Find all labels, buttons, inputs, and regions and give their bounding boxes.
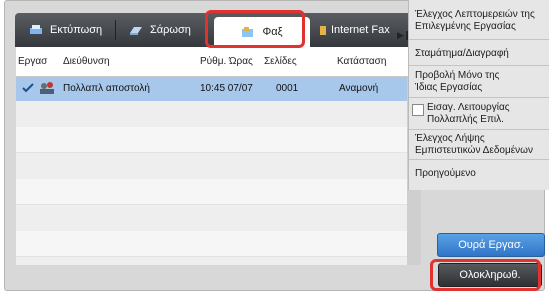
menu-item-previous-label: Προηγούμενο	[415, 168, 476, 179]
col-job: Εργασ	[18, 56, 48, 67]
menu-item-check-confidential-line1: Έλεγχος Λήψης	[415, 133, 485, 144]
job-table: Εργασ Διεύθυνση Ρύθμ. Ώρας Σελίδες Κατάσ…	[16, 47, 421, 265]
row-status: Αναμονή	[339, 83, 379, 94]
tab-print[interactable]: Εκτύπωση	[29, 13, 102, 47]
menu-item-previous[interactable]: Προηγούμενο	[409, 160, 549, 188]
table-row[interactable]: Πολλαπλ αποστολή 10:45 07/07 0001 Αναμον…	[16, 77, 412, 101]
tab-internet-fax[interactable]: Internet Fax	[319, 13, 390, 47]
internet-fax-icon	[319, 24, 327, 36]
menu-item-stop-delete-label: Σταμάτημα/Διαγραφή	[415, 48, 509, 59]
checkbox[interactable]	[412, 104, 424, 116]
row-pages: 0001	[276, 83, 299, 94]
checkmark-icon	[22, 82, 34, 97]
menu-item-check-confidential[interactable]: Έλεγχος Λήψης Εμπιστευτικών Δεδομένων	[409, 130, 549, 160]
tab-print-label: Εκτύπωση	[50, 24, 103, 36]
menu-item-show-same-job[interactable]: Προβολή Μόνο της Ίδιας Εργασίας	[409, 66, 549, 98]
col-pages: Σελίδες	[264, 56, 297, 67]
printer-icon	[29, 24, 43, 36]
table-header: Εργασ Διεύθυνση Ρύθμ. Ώρας Σελίδες Κατάσ…	[16, 47, 412, 77]
tab-divider	[115, 20, 116, 40]
multiple-recipients-icon	[39, 81, 55, 98]
complete-button-highlight	[430, 259, 541, 291]
job-queue-button[interactable]: Ουρά Εργασ.	[437, 233, 545, 257]
menu-item-multi-function-line2: Πολλαπλής Επιλ.	[427, 114, 504, 125]
menu-item-stop-delete[interactable]: Σταμάτημα/Διαγραφή	[409, 40, 549, 66]
menu-item-multi-function-line1: Εισαγ. Λειτουργίας	[427, 102, 510, 113]
scanner-icon	[129, 24, 143, 36]
menu-item-check-details[interactable]: Έλεγχος Λεπτομερειών της Επιλεγμένης Εργ…	[409, 0, 549, 40]
row-time: 10:45 07/07	[200, 83, 253, 94]
menu-item-check-details-line2: Επιλεγμένης Εργασίας	[415, 21, 516, 32]
empty-row	[16, 231, 412, 257]
menu-item-check-confidential-line2: Εμπιστευτικών Δεδομένων	[415, 145, 533, 156]
tab-internet-fax-label: Internet Fax	[331, 24, 390, 36]
tab-scan[interactable]: Σάρωση	[129, 13, 191, 47]
col-time: Ρύθμ. Ώρας	[200, 56, 253, 67]
row-address: Πολλαπλ αποστολή	[63, 83, 150, 94]
col-status: Κατάσταση	[337, 56, 387, 67]
menu-item-show-same-job-line2: Ίδιας Εργασίας	[415, 82, 483, 93]
empty-row	[16, 127, 412, 153]
col-address: Διεύθυνση	[63, 56, 110, 67]
menu-item-check-details-line1: Έλεγχος Λεπτομερειών της	[415, 9, 535, 20]
empty-row	[16, 179, 412, 205]
menu-item-show-same-job-line1: Προβολή Μόνο της	[415, 70, 500, 81]
side-menu: Έλεγχος Λεπτομερειών της Επιλεγμένης Εργ…	[408, 0, 549, 190]
menu-item-multi-function[interactable]: Εισαγ. Λειτουργίας Πολλαπλής Επιλ.	[409, 98, 549, 130]
tab-scan-label: Σάρωση	[150, 24, 191, 36]
fax-tab-highlight	[205, 10, 305, 48]
